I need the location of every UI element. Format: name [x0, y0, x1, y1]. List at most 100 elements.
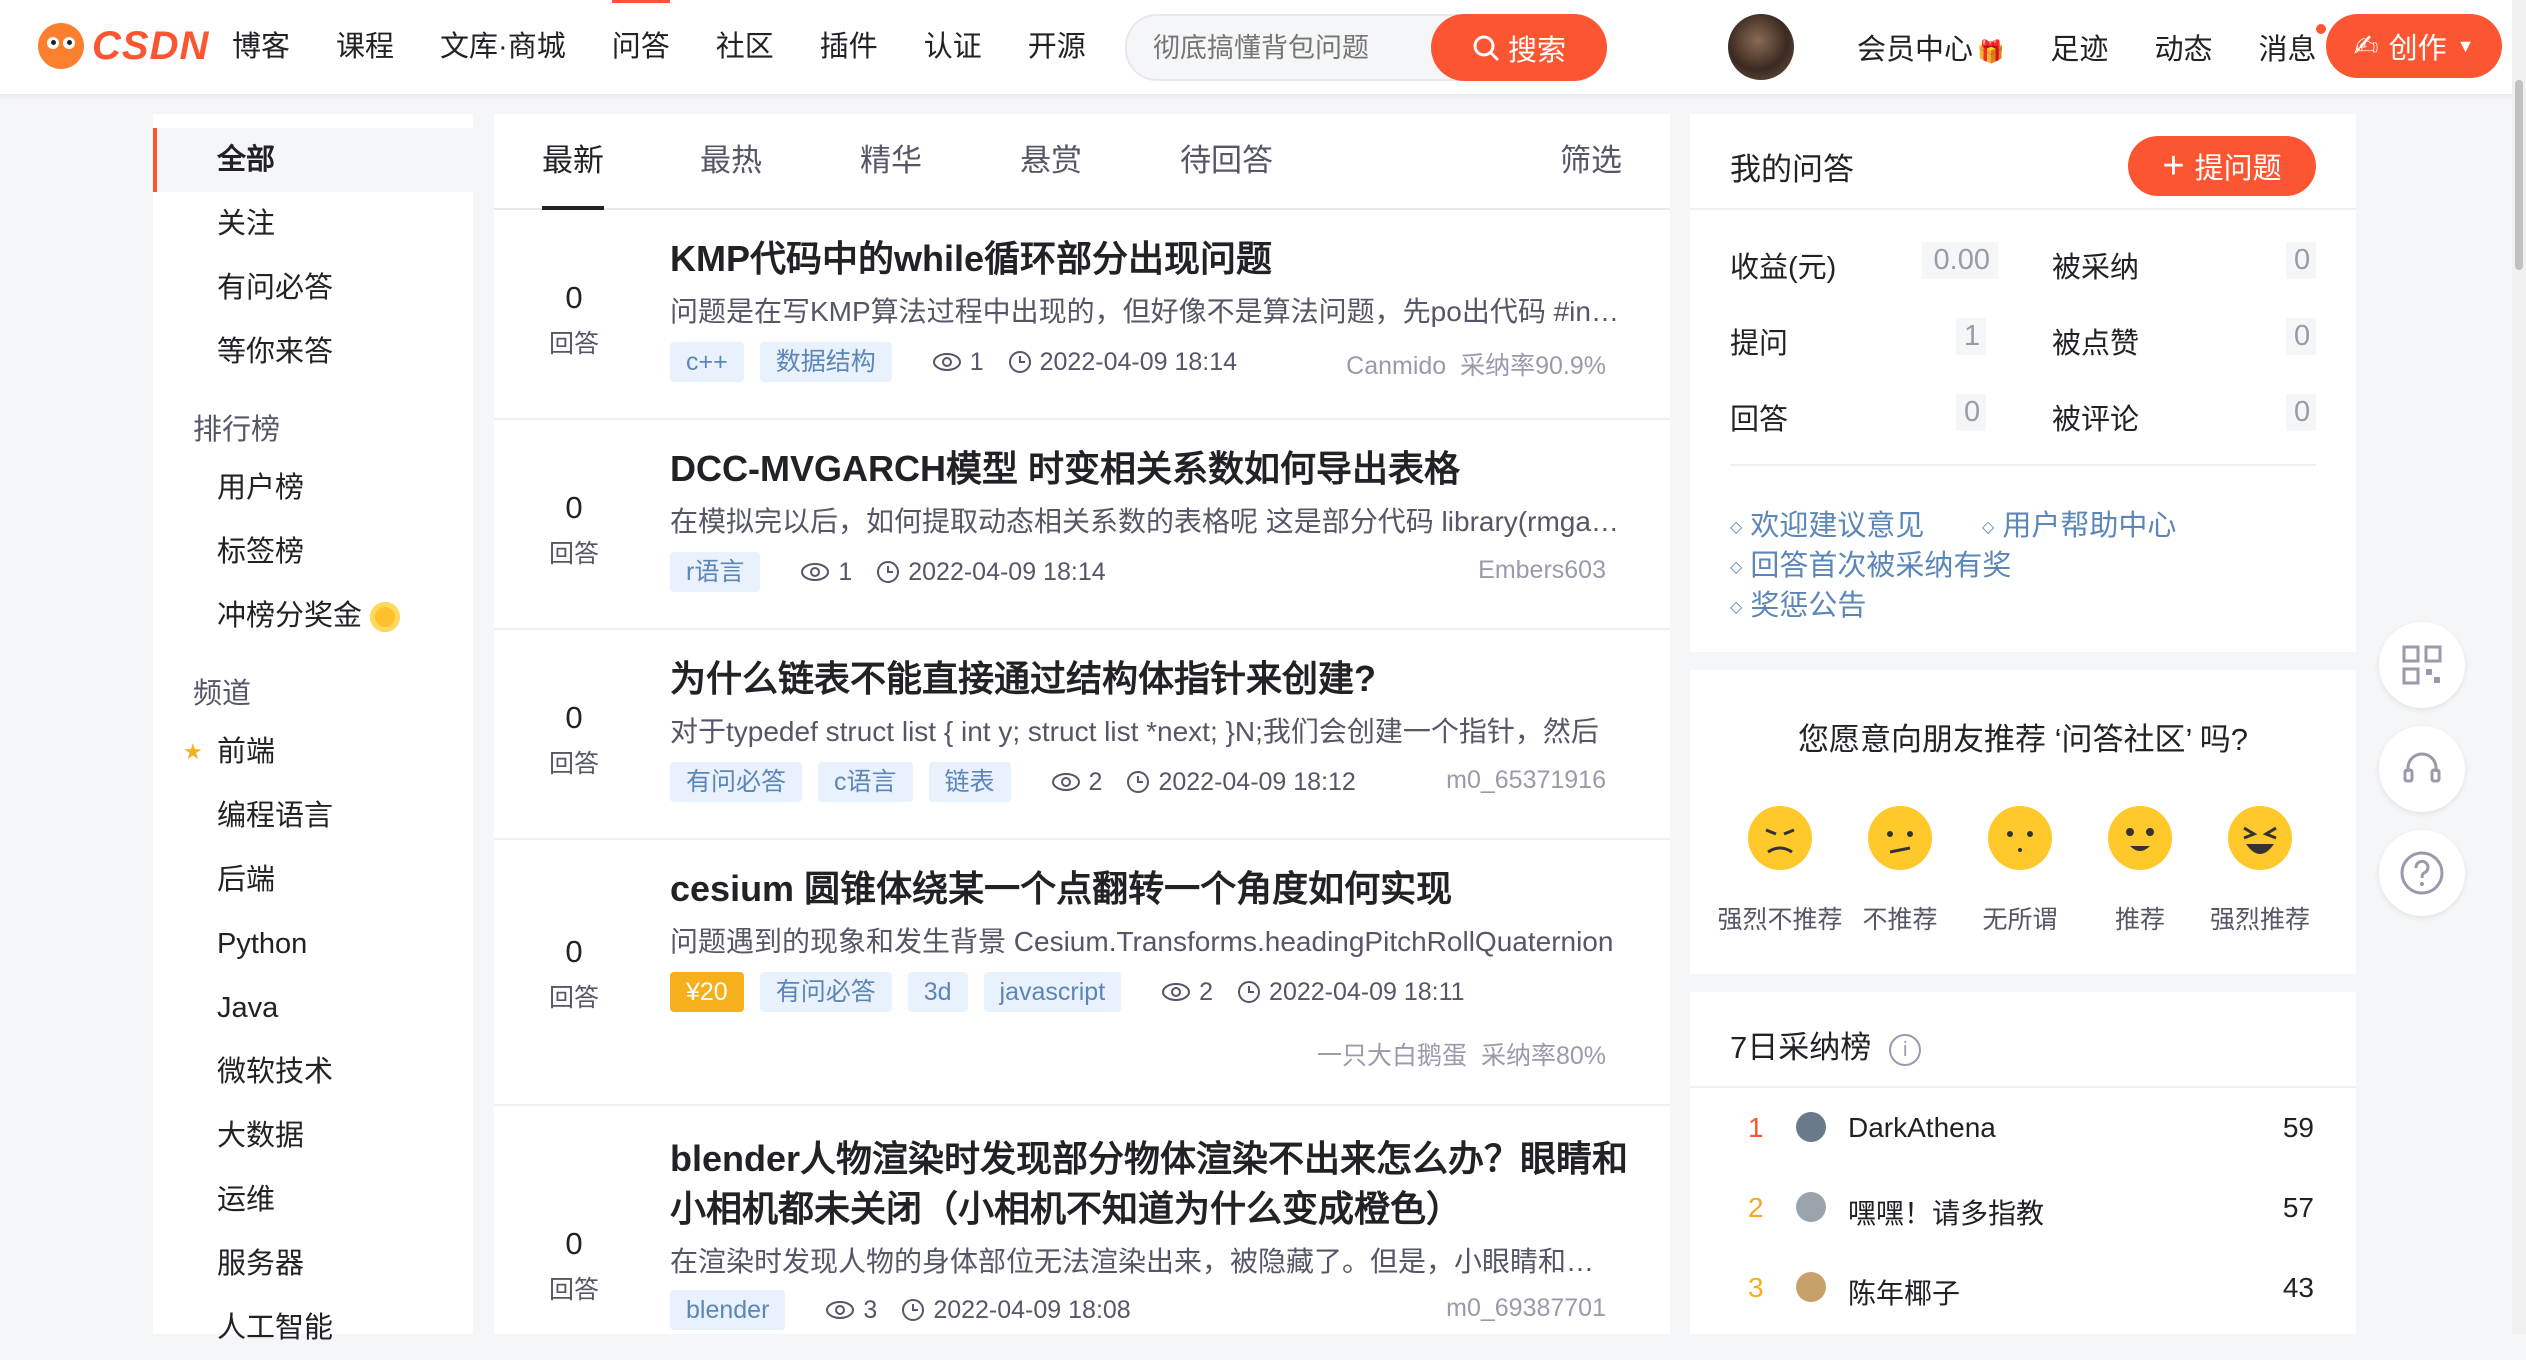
question-tag[interactable]: c++ [670, 342, 744, 382]
rank-user-name[interactable]: DarkAthena [1848, 1112, 1996, 1144]
first-accept-link[interactable]: ◇ 回答首次被采纳有奖 [1730, 542, 2011, 584]
tab-unanswered[interactable]: 待回答 [1180, 114, 1273, 208]
search-input[interactable] [1127, 16, 1455, 81]
ask-question-label: 提问题 [2194, 153, 2282, 185]
qrcode-button[interactable] [2379, 622, 2465, 708]
feedback-link[interactable]: ◇ 欢迎建议意见 [1730, 502, 1924, 544]
search-button[interactable]: 搜索 [1431, 14, 1607, 81]
question-tag[interactable]: 链表 [928, 762, 1011, 802]
nav-opensource[interactable]: 开源 [1028, 0, 1086, 94]
nav-blog[interactable]: 博客 [232, 0, 290, 94]
question-row[interactable]: 0 回答 为什么链表不能直接通过结构体指针来创建? 对于typedef struc… [494, 630, 1670, 840]
neutral-face-icon[interactable] [1988, 806, 2052, 870]
nav-course[interactable]: 课程 [336, 0, 394, 94]
question-tag[interactable]: 3d [907, 972, 968, 1012]
stat-label-income: 收益(元) [1730, 252, 1837, 284]
filter-button[interactable]: 筛选 [1560, 114, 1622, 208]
user-avatar[interactable] [1728, 14, 1794, 80]
scrollbar-thumb[interactable] [2515, 80, 2523, 270]
question-title[interactable]: blender人物渲染时发现部分物体渲染不出来怎么办？眼睛和小相机都未关闭（小相… [670, 1134, 1630, 1234]
footprint-link[interactable]: 足迹 [2050, 26, 2108, 68]
sidebar-item-ai[interactable]: 人工智能 [153, 1296, 473, 1360]
question-desc[interactable]: 在模拟完以后，如何提取动态相关系数的表格呢 这是部分代码 library(rmg… [670, 500, 1620, 540]
rank-row[interactable]: 2 嘿嘿！请多指教 57 [1690, 1178, 2356, 1238]
author-name[interactable]: m0_69387701 [1446, 1294, 1606, 1322]
sidebar-item-waiting[interactable]: 等你来答 [153, 320, 473, 384]
question-title[interactable]: KMP代码中的while循环部分出现问题 [670, 234, 1630, 284]
tab-bounty[interactable]: 悬赏 [1020, 114, 1082, 208]
question-row[interactable]: 0 回答 cesium 圆锥体绕某一个点翻转一个角度如何实现 问题遇到的现象和发生… [494, 840, 1670, 1106]
author-name[interactable]: Embers603 [1478, 556, 1606, 584]
sidebar-item-java[interactable]: Java [153, 976, 473, 1040]
question-tag[interactable]: javascript [983, 972, 1122, 1012]
question-desc[interactable]: 在渲染时发现人物的身体部位无法渲染出来，被隐藏了。但是，小眼睛和照相机都没有关闭 [670, 1240, 1620, 1280]
help-button[interactable] [2379, 830, 2465, 916]
sidebar-item-lang[interactable]: 编程语言 [153, 784, 473, 848]
answer-count-num: 0 [565, 280, 583, 315]
sidebar-item-python[interactable]: Python [153, 912, 473, 976]
question-time: 2022-04-09 18:14 [908, 557, 1106, 586]
rank-row[interactable]: 3 陈年椰子 43 [1690, 1258, 2356, 1318]
rank-user-name[interactable]: 嘿嘿！请多指教 [1848, 1192, 2044, 1232]
question-desc[interactable]: 问题遇到的现象和发生背景 Cesium.Transforms.headingPi… [670, 920, 1620, 960]
sidebar-item-tag-rank[interactable]: 标签榜 [153, 520, 473, 584]
sidebar-item-all[interactable]: 全部 [153, 128, 473, 192]
message-link[interactable]: 消息 [2258, 24, 2327, 68]
question-tag[interactable]: 有问必答 [759, 972, 892, 1012]
question-tag[interactable]: r语言 [670, 552, 761, 592]
csdn-logo[interactable]: CSDN [38, 18, 209, 74]
author-name[interactable]: Canmido [1346, 352, 1446, 380]
avatar[interactable] [1796, 1192, 1826, 1222]
rank-row[interactable]: 1 DarkAthena 59 [1690, 1098, 2356, 1158]
nav-library[interactable]: 文库·商城 [440, 0, 566, 94]
ask-question-button[interactable]: + 提问题 [2128, 136, 2316, 196]
create-button[interactable]: ✍ 创作 ▼ [2326, 14, 2502, 78]
customer-service-button[interactable] [2379, 726, 2465, 812]
nav-cert[interactable]: 认证 [924, 0, 982, 94]
question-tag[interactable]: 有问必答 [670, 762, 803, 802]
nav-qa[interactable]: 问答 [611, 0, 670, 94]
sidebar-item-user-rank[interactable]: 用户榜 [153, 456, 473, 520]
help-center-link[interactable]: ◇ 用户帮助中心 [1982, 502, 2176, 544]
sidebar-item-bigdata[interactable]: 大数据 [153, 1104, 473, 1168]
avatar[interactable] [1796, 1272, 1826, 1302]
tab-latest[interactable]: 最新 [542, 114, 604, 210]
dynamic-link[interactable]: 动态 [2154, 26, 2212, 68]
question-tag[interactable]: c语言 [818, 762, 913, 802]
laugh-face-icon[interactable] [2228, 806, 2292, 870]
sidebar-item-must-answer[interactable]: 有问必答 [153, 256, 473, 320]
sidebar-item-backend[interactable]: 后端 [153, 848, 473, 912]
page-scrollbar[interactable] [2512, 0, 2526, 1334]
sidebar-item-bonus[interactable]: 冲榜分奖金 [153, 584, 473, 648]
left-sidebar: 全部 关注 有问必答 等你来答 排行榜 用户榜 标签榜 冲榜分奖金 频道 ★ 前端… [153, 114, 473, 1344]
sidebar-item-server[interactable]: 服务器 [153, 1232, 473, 1296]
very-angry-face-icon[interactable] [1748, 806, 1812, 870]
nav-community[interactable]: 社区 [716, 0, 774, 94]
rewards-notice-link[interactable]: ◇ 奖惩公告 [1730, 582, 1866, 624]
sidebar-item-follow[interactable]: 关注 [153, 192, 473, 256]
question-title[interactable]: DCC-MVGARCH模型 时变相关系数如何导出表格 [670, 444, 1630, 494]
info-icon[interactable]: i [1889, 1033, 1922, 1066]
author-name[interactable]: m0_65371916 [1446, 766, 1606, 794]
tab-hot[interactable]: 最热 [700, 114, 762, 208]
author-name[interactable]: 一只大白鹅蛋 [1317, 1042, 1467, 1070]
question-title[interactable]: 为什么链表不能直接通过结构体指针来创建? [670, 654, 1630, 704]
question-desc[interactable]: 对于typedef struct list { int y; struct li… [670, 710, 1620, 750]
question-tag[interactable]: blender [670, 1290, 786, 1330]
sidebar-item-ops[interactable]: 运维 [153, 1168, 473, 1232]
question-title[interactable]: cesium 圆锥体绕某一个点翻转一个角度如何实现 [670, 864, 1630, 914]
nav-plugin[interactable]: 插件 [820, 0, 878, 94]
question-desc[interactable]: 问题是在写KMP算法过程中出现的，但好像不是算法问题，先po出代码 #inclu… [670, 290, 1620, 330]
unhappy-face-icon[interactable] [1868, 806, 1932, 870]
question-row[interactable]: 0 回答 blender人物渲染时发现部分物体渲染不出来怎么办？眼睛和小相机都未关… [494, 1106, 1670, 1334]
member-center-link[interactable]: 会员中心 🎁 [1857, 26, 2004, 68]
sidebar-item-microsoft[interactable]: 微软技术 [153, 1040, 473, 1104]
sidebar-item-frontend[interactable]: ★ 前端 [153, 720, 473, 784]
rank-user-name[interactable]: 陈年椰子 [1848, 1272, 1960, 1312]
question-row[interactable]: 0 回答 DCC-MVGARCH模型 时变相关系数如何导出表格 在模拟完以后，如何… [494, 420, 1670, 630]
smile-face-icon[interactable] [2108, 806, 2172, 870]
question-tag[interactable]: 数据结构 [759, 342, 892, 382]
question-row[interactable]: 0 回答 KMP代码中的while循环部分出现问题 问题是在写KMP算法过程中出现… [494, 210, 1670, 420]
tab-featured[interactable]: 精华 [860, 114, 922, 208]
avatar[interactable] [1796, 1112, 1826, 1142]
